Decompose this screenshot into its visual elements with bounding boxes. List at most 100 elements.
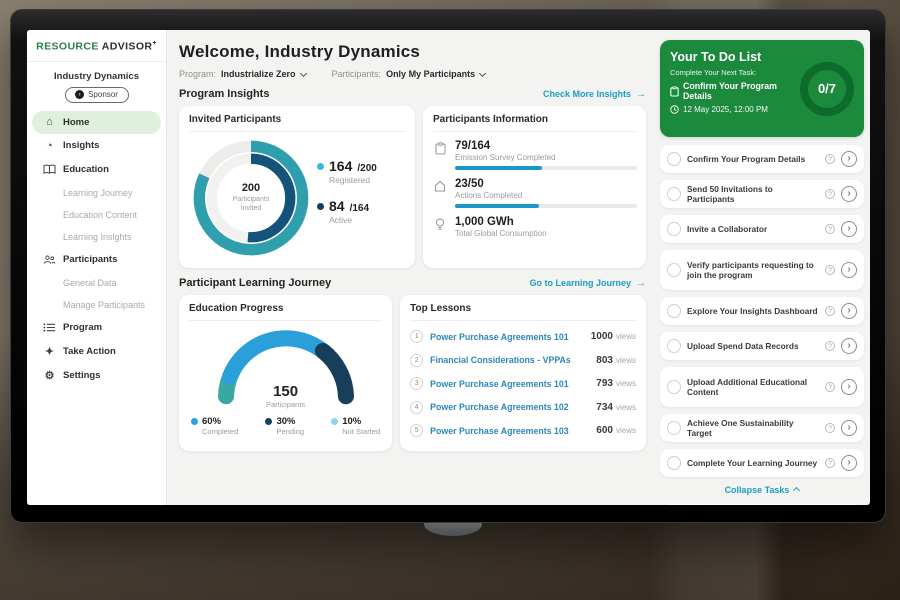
legend-dot: [331, 418, 338, 425]
recent-news-card: Recent News: [660, 504, 864, 505]
todo-item[interactable]: Upload Additional Educational Content ? …: [660, 367, 864, 407]
card-title: Participants Information: [433, 114, 636, 132]
sidebar-item-learning-journey[interactable]: Learning Journey: [27, 182, 166, 204]
sidebar-item-learning-insights[interactable]: Learning Insights: [27, 226, 166, 248]
chevron-right-icon[interactable]: ›: [841, 303, 857, 319]
lesson-row: 3 Power Purchase Agreements 101 793views: [410, 372, 636, 396]
monitor-bezel: RESOURCE ADVISOR+ Industry Dynamics › Sp…: [10, 9, 886, 523]
help-icon: ?: [825, 265, 835, 275]
views-suffix: views: [616, 403, 636, 412]
book-icon: [43, 164, 56, 175]
sidebar-item-program[interactable]: Program: [27, 316, 166, 340]
sidebar-item-education-content[interactable]: Education Content: [27, 204, 166, 226]
legend-not-started: 10% Not Started: [331, 416, 380, 436]
help-icon: ?: [825, 224, 835, 234]
checkbox[interactable]: [667, 456, 681, 470]
sidebar-item-general-data[interactable]: General Data: [27, 272, 166, 294]
list-icon: [43, 322, 56, 333]
checkbox[interactable]: [667, 222, 681, 236]
lesson-link[interactable]: Power Purchase Agreements 103: [430, 426, 589, 436]
checkbox[interactable]: [667, 187, 681, 201]
lesson-link[interactable]: Power Purchase Agreements 102: [430, 402, 589, 412]
todo-item[interactable]: Invite a Collaborator ? ›: [660, 215, 864, 243]
todo-label: Invite a Collaborator: [687, 224, 819, 234]
todo-item[interactable]: Confirm Your Program Details ? ›: [660, 145, 864, 173]
todo-title: Your To Do List: [670, 50, 794, 64]
chevron-right-icon[interactable]: ›: [841, 455, 857, 471]
chevron-right-icon[interactable]: ›: [841, 379, 857, 395]
chevron-right-icon[interactable]: ›: [841, 420, 857, 436]
checkbox[interactable]: [667, 339, 681, 353]
sidebar-item-insights[interactable]: ◔ Insights: [27, 134, 166, 158]
program-dropdown[interactable]: Program: Industrialize Zero: [179, 69, 306, 79]
chevron-right-icon[interactable]: ›: [841, 338, 857, 354]
donut-center-value: 200: [242, 182, 260, 194]
lesson-link[interactable]: Financial Considerations - VPPAs: [430, 355, 589, 365]
help-icon: ?: [825, 154, 835, 164]
todo-item[interactable]: Upload Spend Data Records ? ›: [660, 332, 864, 360]
chevron-up-icon: [793, 487, 800, 494]
todo-header-card: Your To Do List Complete Your Next Task:…: [660, 40, 864, 137]
legend-registered: 164/200 Registered: [317, 158, 377, 185]
todo-item[interactable]: Send 50 Invitations to Participants ? ›: [660, 180, 864, 208]
star-icon: ✦: [43, 345, 56, 358]
learning-cards-row: Education Progress 150 Participants: [179, 295, 646, 451]
rank-badge: 3: [410, 377, 423, 390]
sidebar: RESOURCE ADVISOR+ Industry Dynamics › Sp…: [27, 30, 167, 505]
collapse-label: Collapse Tasks: [725, 485, 790, 495]
invited-participants-card: Invited Participants 200: [179, 106, 415, 268]
sidebar-item-take-action[interactable]: ✦ Take Action: [27, 340, 166, 364]
go-to-learning-journey-link[interactable]: Go to Learning Journey→: [529, 278, 646, 289]
desk-background: RESOURCE ADVISOR+ Industry Dynamics › Sp…: [0, 0, 900, 600]
todo-label: Explore Your Insights Dashboard: [687, 306, 819, 316]
checkbox[interactable]: [667, 263, 681, 277]
collapse-tasks-link[interactable]: Collapse Tasks: [660, 485, 864, 495]
gauge-center-value: 150: [211, 383, 361, 400]
views-count: 600: [596, 425, 613, 436]
info-value: 1,000 GWh: [455, 216, 636, 228]
chevron-right-icon[interactable]: ›: [841, 186, 857, 202]
checkbox[interactable]: [667, 380, 681, 394]
education-legend: 60% Completed 30% Pending 10% Not Starte…: [189, 410, 382, 436]
info-label: Total Global Consumption: [455, 229, 636, 238]
todo-item[interactable]: Achieve One Sustainability Target ? ›: [660, 414, 864, 442]
todo-next-task: Confirm Your Program Details: [683, 81, 794, 101]
sidebar-item-manage-participants[interactable]: Manage Participants: [27, 294, 166, 316]
views-suffix: views: [616, 356, 636, 365]
chevron-right-icon[interactable]: ›: [841, 151, 857, 167]
sponsor-badge: › Sponsor: [65, 87, 129, 103]
legend-dot: [317, 163, 324, 170]
card-title: Education Progress: [189, 303, 382, 321]
todo-label: Achieve One Sustainability Target: [687, 418, 819, 439]
sidebar-item-settings[interactable]: ⚙ Settings: [27, 364, 166, 388]
todo-item[interactable]: Explore Your Insights Dashboard ? ›: [660, 297, 864, 325]
chevron-right-icon[interactable]: ›: [841, 262, 857, 278]
lesson-link[interactable]: Power Purchase Agreements 101: [430, 379, 589, 389]
sidebar-item-education[interactable]: Education: [27, 158, 166, 182]
sidebar-item-home[interactable]: ⌂ Home: [32, 111, 161, 134]
todo-due-date: 12 May 2025, 12:00 PM: [683, 105, 768, 114]
org-name: Industry Dynamics: [27, 71, 166, 82]
legend-value: 164: [329, 158, 352, 174]
todo-item[interactable]: Complete Your Learning Journey ? ›: [660, 449, 864, 477]
legend-pending: 30% Pending: [265, 416, 304, 436]
check-more-insights-link[interactable]: Check More Insights→: [543, 89, 646, 100]
program-insights-header: Program Insights Check More Insights→: [179, 88, 646, 100]
section-title: Participant Learning Journey: [179, 277, 331, 289]
checkbox[interactable]: [667, 152, 681, 166]
help-icon: ?: [825, 341, 835, 351]
todo-item[interactable]: Verify participants requesting to join t…: [660, 250, 864, 290]
lesson-link[interactable]: Power Purchase Agreements 101: [430, 332, 584, 342]
checkbox[interactable]: [667, 421, 681, 435]
views-count: 793: [596, 378, 613, 389]
actions-progress-bar: [455, 204, 637, 208]
sidebar-item-participants[interactable]: Participants: [27, 248, 166, 272]
program-label: Program:: [179, 69, 216, 79]
invited-donut-chart: 200 Participants Invited: [189, 136, 313, 260]
info-row-actions: 23/50 Actions Completed: [433, 178, 636, 208]
checkbox[interactable]: [667, 304, 681, 318]
participants-dropdown[interactable]: Participants: Only My Participants: [332, 69, 486, 79]
help-icon: ?: [825, 382, 835, 392]
chevron-right-icon[interactable]: ›: [841, 221, 857, 237]
actions-icon: [433, 178, 447, 208]
